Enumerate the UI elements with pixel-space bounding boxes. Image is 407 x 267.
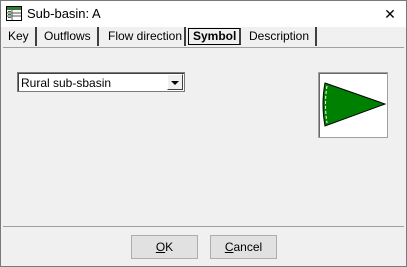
- title-bar[interactable]: Sub-basin: A ✕: [1, 1, 406, 27]
- button-bar: OK Cancel: [1, 229, 406, 266]
- symbol-type-value: Rural sub-sbasin: [21, 76, 112, 90]
- close-button[interactable]: ✕: [376, 3, 404, 25]
- cancel-button[interactable]: Cancel: [210, 235, 277, 259]
- tab-outflows[interactable]: Outflows: [39, 27, 99, 46]
- tab-label: Flow direction: [108, 29, 183, 43]
- tab-strip: Key Outflows Flow direction Symbol Descr…: [1, 27, 406, 47]
- ok-button[interactable]: OK: [131, 235, 198, 259]
- window-title: Sub-basin: A: [27, 6, 101, 21]
- tab-label: Key: [8, 29, 29, 43]
- tab-symbol[interactable]: Symbol: [188, 28, 241, 45]
- chevron-down-icon: [171, 75, 179, 89]
- triangle-icon: [322, 82, 387, 127]
- tab-label: Outflows: [44, 29, 91, 43]
- tab-description[interactable]: Description: [244, 27, 317, 46]
- dialog-window: Sub-basin: A ✕ Key Outflows Flow directi…: [0, 0, 407, 267]
- symbol-type-select[interactable]: Rural sub-sbasin: [17, 72, 185, 92]
- tab-label: Symbol: [193, 29, 237, 43]
- table-icon: [6, 6, 22, 21]
- symbol-preview: [318, 72, 388, 138]
- tab-flow-direction[interactable]: Flow direction: [103, 27, 186, 46]
- symbol-tab-panel: Rural sub-sbasin: [3, 47, 404, 227]
- tab-key[interactable]: Key: [3, 27, 37, 46]
- tab-label: Description: [249, 29, 310, 43]
- close-icon: ✕: [384, 5, 396, 22]
- dropdown-button[interactable]: [167, 74, 183, 90]
- ok-label-rest: K: [165, 240, 174, 254]
- cancel-mnemonic: C: [224, 240, 234, 254]
- ok-mnemonic: O: [155, 240, 166, 254]
- cancel-label-rest: ancel: [233, 240, 263, 254]
